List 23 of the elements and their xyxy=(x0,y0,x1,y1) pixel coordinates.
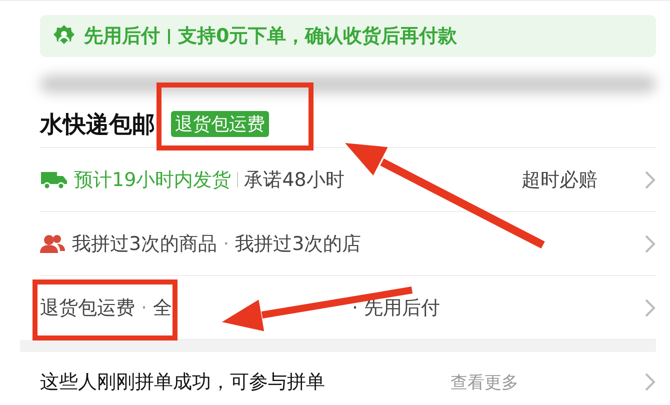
chevron-icon xyxy=(644,170,656,190)
return-shipping-tag: 退货包运费 xyxy=(171,111,269,137)
separator-dot: · xyxy=(141,296,148,318)
separator-dot: · xyxy=(223,232,230,254)
service-text: 我拼过3次的商品 xyxy=(72,232,218,256)
shipping-estimate: 预计19小时内发货 xyxy=(74,168,232,192)
service-text: 我拼过3次的店 xyxy=(235,232,362,256)
service-text: 退货包运费 xyxy=(40,296,135,320)
service-row[interactable]: 我拼过3次的商品 · 我拼过3次的店 xyxy=(40,212,656,276)
service-text: 承诺48小时 xyxy=(244,168,344,192)
service-text: 先用后付 xyxy=(364,296,440,320)
banner-title: 先用后付 xyxy=(84,24,160,49)
service-text: 全 xyxy=(153,296,172,320)
section-title: 这些人刚刚拼单成功，可参与拼单 xyxy=(40,370,325,395)
chevron-icon xyxy=(644,372,656,392)
service-text: 超时必赔 xyxy=(521,168,598,192)
chevron-icon xyxy=(644,234,656,254)
service-text: · xyxy=(352,296,358,318)
chevron-icon xyxy=(644,298,656,318)
shipping-text: 水快递包邮 xyxy=(40,110,155,140)
banner-text: 支持0元下单，确认收货后再付款 xyxy=(178,24,458,49)
truck-icon xyxy=(40,170,68,190)
people-icon xyxy=(40,234,66,254)
